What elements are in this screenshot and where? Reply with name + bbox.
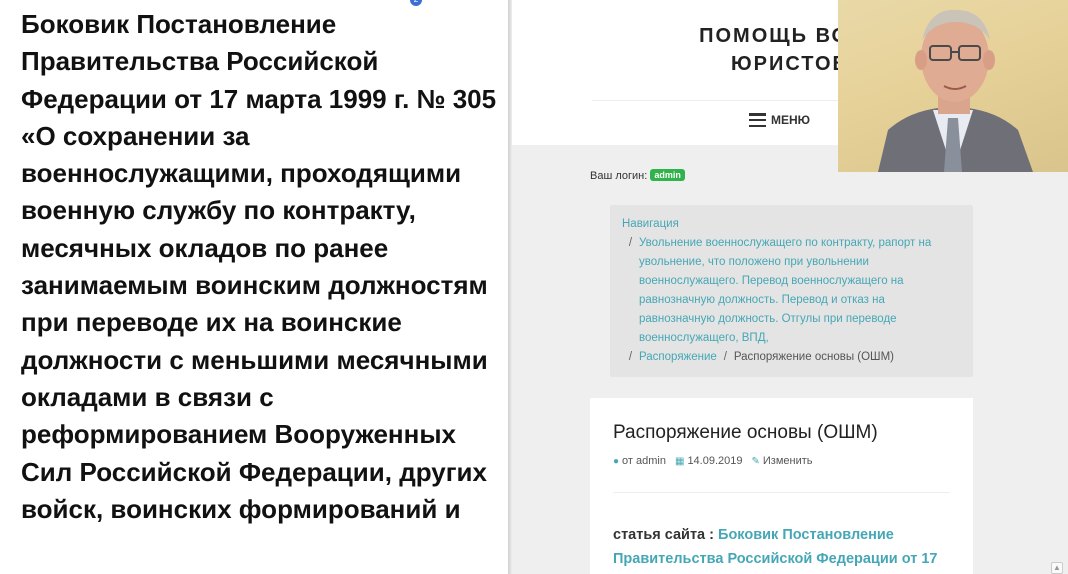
article-title: Распоряжение основы (ОШМ) [613, 422, 878, 443]
slide-heading-text: Боковик Постановление Правительства Росс… [21, 9, 497, 524]
login-label: Ваш логин: [590, 170, 648, 182]
meta-edit-text[interactable]: Изменить [763, 455, 813, 467]
calendar-icon: ▦ [674, 455, 685, 467]
article-body: статья сайта : Боковик Постановление Пра… [613, 523, 953, 571]
user-icon: ● [613, 455, 620, 467]
webcam-overlay [838, 0, 1068, 172]
meta-author-text[interactable]: от admin [622, 455, 666, 467]
breadcrumb-item-link[interactable]: Увольнение военнослужащего по контракту,… [639, 234, 961, 348]
breadcrumb-root-link[interactable]: Навигация [622, 215, 679, 234]
edit-icon: ✎ [751, 455, 760, 467]
breadcrumb-separator: / [628, 237, 633, 249]
breadcrumb-current: Распоряжение основы (ОШМ) [733, 351, 895, 363]
scroll-up-button[interactable]: ▲ [1051, 562, 1063, 574]
presenter-video [878, 9, 1033, 172]
meta-edit[interactable]: ✎ Изменить [752, 455, 813, 467]
meta-author[interactable]: ● от admin [613, 455, 666, 467]
menu-label: МЕНЮ [771, 113, 811, 127]
hamburger-icon [749, 113, 766, 127]
article-body-prefix: статья сайта : [613, 527, 714, 543]
login-info: Ваш логин: admin [590, 169, 685, 182]
slide-text-panel: 2 Боковик Постановление Правительства Ро… [0, 0, 508, 574]
breadcrumb-item-link[interactable]: Распоряжение [639, 348, 717, 367]
breadcrumb: Навигация / Увольнение военнослужащего п… [610, 205, 973, 377]
breadcrumb-separator: / [628, 351, 633, 363]
article-card: Распоряжение основы (ОШМ) ● от admin ▦ 1… [590, 398, 973, 574]
article-meta: ● от admin ▦ 14.09.2019 ✎ Изменить [613, 455, 813, 467]
breadcrumb-separator: / [723, 351, 727, 363]
menu-button[interactable]: МЕНЮ [749, 113, 810, 127]
meta-date-text: 14.09.2019 [687, 455, 743, 467]
login-user-badge[interactable]: admin [650, 169, 685, 181]
article-divider [613, 492, 950, 493]
meta-date: ▦ 14.09.2019 [675, 455, 743, 467]
